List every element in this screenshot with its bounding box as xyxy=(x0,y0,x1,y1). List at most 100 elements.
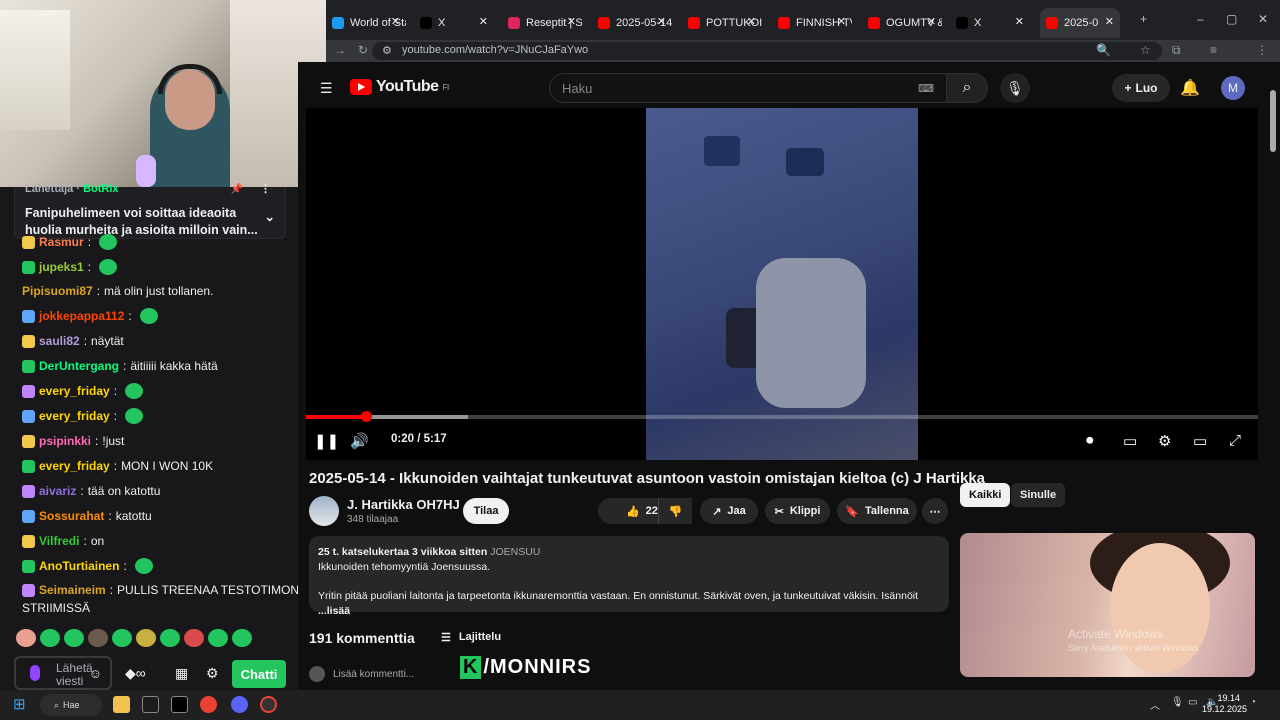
search-input[interactable]: Haku ⌨ xyxy=(549,73,947,103)
subtitles-icon[interactable]: ▭ xyxy=(1123,432,1137,450)
theater-icon[interactable]: ▭ xyxy=(1193,432,1207,450)
scrollbar-thumb[interactable] xyxy=(1270,90,1276,152)
browser-tab[interactable]: 2025-0 ✕ xyxy=(1040,8,1120,38)
tab-close-icon[interactable]: ✕ xyxy=(837,15,846,28)
tab-close-icon[interactable]: ✕ xyxy=(567,15,576,28)
dislike-button[interactable]: 👎 xyxy=(658,498,692,524)
tab-close-icon[interactable]: ✕ xyxy=(391,15,400,28)
discord-icon[interactable] xyxy=(231,696,248,713)
recommended-video-thumbnail[interactable] xyxy=(960,533,1255,677)
reload-icon[interactable]: ↻ xyxy=(358,43,368,57)
emote-icon[interactable] xyxy=(88,629,108,647)
windows-start-icon[interactable]: ⊞ xyxy=(13,695,26,713)
chevron-down-icon[interactable]: ⌄ xyxy=(265,209,275,226)
pin-icon[interactable]: 📌 xyxy=(231,181,243,198)
chat-username[interactable]: Pipisuomi87 xyxy=(22,284,93,298)
browser-tab[interactable]: 2025-05-14 ✕ xyxy=(592,8,672,38)
maximize-icon[interactable]: ▢ xyxy=(1226,12,1237,26)
chrome-icon[interactable] xyxy=(200,696,217,713)
x-app-icon[interactable] xyxy=(171,696,188,713)
settings-gear-icon[interactable]: ⚙ xyxy=(1158,432,1171,450)
create-button[interactable]: + Luo xyxy=(1112,74,1170,102)
tab-close-icon[interactable]: ✕ xyxy=(1015,15,1024,28)
tray-chevron-icon[interactable]: ︿ xyxy=(1150,697,1160,712)
share-button[interactable]: ↗ Jaa xyxy=(700,498,758,524)
chat-username[interactable]: every_friday xyxy=(39,409,110,423)
chat-username[interactable]: Vilfredi xyxy=(39,534,79,548)
browser-tab[interactable]: X ✕ xyxy=(414,8,494,38)
pause-icon[interactable]: ❚❚ xyxy=(314,432,339,450)
emote-icon[interactable] xyxy=(208,629,228,647)
youtube-logo[interactable]: YouTube FI xyxy=(350,78,449,96)
video-frame[interactable] xyxy=(646,108,918,460)
chat-username[interactable]: sauli82 xyxy=(39,334,80,348)
more-actions-button[interactable]: ⋯ xyxy=(922,498,948,524)
volume-icon[interactable]: 🔊 xyxy=(350,432,369,450)
voice-search-button[interactable]: 🎙 xyxy=(1000,73,1030,103)
hamburger-icon[interactable]: ☰ xyxy=(320,80,333,97)
chat-username[interactable]: aivariz xyxy=(39,484,76,498)
emote-icon[interactable] xyxy=(232,629,252,647)
bookmark-star-icon[interactable]: ☆ xyxy=(1140,43,1151,57)
tray-mic-icon[interactable]: 🎙 xyxy=(1171,697,1184,708)
chat-username[interactable]: Sossurahat xyxy=(39,509,104,523)
new-tab-icon[interactable]: + xyxy=(1140,12,1147,26)
chat-send-button[interactable]: Chatti xyxy=(232,660,286,688)
emote-icon[interactable] xyxy=(136,629,156,647)
emote-icon[interactable] xyxy=(160,629,180,647)
emote-icon[interactable] xyxy=(184,629,204,647)
account-avatar[interactable]: M xyxy=(1221,76,1245,100)
emote-icon[interactable] xyxy=(64,629,84,647)
browser-tab[interactable]: OGUMTV & ✕ xyxy=(862,8,942,38)
chip-for-you[interactable]: Sinulle xyxy=(1011,483,1066,507)
chat-username[interactable]: Rasmur xyxy=(39,235,84,249)
taskbar-clock[interactable]: 19.14 19.12.2025 xyxy=(1202,693,1247,715)
tab-close-icon[interactable]: ✕ xyxy=(657,15,666,28)
fullscreen-icon[interactable]: ⤢ xyxy=(1229,432,1241,449)
url-field[interactable]: ⚙ youtube.com/watch?v=JNuCJaFaYwo xyxy=(372,42,1162,60)
chat-username[interactable]: AnoTurtiainen xyxy=(39,559,119,573)
app-icon[interactable] xyxy=(142,696,159,713)
chat-username[interactable]: psipinkki xyxy=(39,434,91,448)
chat-username[interactable]: DerUntergang xyxy=(39,359,119,373)
autoplay-toggle[interactable]: ⏺ xyxy=(1086,432,1094,449)
site-info-icon[interactable]: ⚙ xyxy=(382,44,392,57)
chip-all[interactable]: Kaikki xyxy=(960,483,1011,507)
channel-name[interactable]: J. Hartikka OH7HJ xyxy=(347,497,460,512)
browser-tab[interactable]: World of Sta ✕ xyxy=(326,8,406,38)
chat-username[interactable]: Seimaineim xyxy=(39,583,106,597)
tab-close-icon[interactable]: ✕ xyxy=(1105,15,1114,28)
subscribe-button[interactable]: Tilaa xyxy=(463,498,509,524)
tab-close-icon[interactable]: ✕ xyxy=(747,15,756,28)
browser-tab[interactable]: X ✕ xyxy=(950,8,1030,38)
search-button[interactable]: ⌕ xyxy=(946,73,988,103)
chat-username[interactable]: jokkepappa112 xyxy=(39,309,124,323)
emote-icon[interactable] xyxy=(112,629,132,647)
browser-tab[interactable]: POTTUKOIR✕ xyxy=(682,8,762,38)
notification-icon[interactable]: ◔ xyxy=(1250,697,1256,708)
emote-icon[interactable] xyxy=(16,629,36,647)
add-comment-field[interactable]: Lisää kommentti... xyxy=(309,666,414,682)
bits-icon[interactable]: ◆∞ xyxy=(125,665,146,682)
menu-icon[interactable]: ⋮ xyxy=(1256,43,1268,57)
chat-username[interactable]: jupeks1 xyxy=(39,260,84,274)
emoji-icon[interactable]: ☺ xyxy=(89,667,102,680)
gear-icon[interactable]: ⚙ xyxy=(206,665,219,682)
browser-tab[interactable]: FINNISH TV ✕ xyxy=(772,8,852,38)
sort-button[interactable]: ☰ Lajittelu xyxy=(441,631,501,644)
wifi-icon[interactable]: ▭ xyxy=(1188,697,1197,708)
chat-username[interactable]: every_friday xyxy=(39,384,110,398)
store-icon[interactable]: ▦ xyxy=(175,665,188,682)
browser-tab[interactable]: Reseptit | Sy ✕ xyxy=(502,8,582,38)
scrubber-handle[interactable] xyxy=(360,411,372,422)
zoom-icon[interactable]: 🔍 xyxy=(1096,43,1111,57)
minimize-icon[interactable]: – xyxy=(1197,12,1204,26)
taskbar-search[interactable]: ⌕ Hae xyxy=(40,694,102,716)
bell-icon[interactable]: 🔔 xyxy=(1180,78,1200,98)
keyboard-icon[interactable]: ⌨ xyxy=(918,82,934,95)
save-button[interactable]: 🔖 Tallenna xyxy=(837,498,917,524)
tab-close-icon[interactable]: ✕ xyxy=(927,15,936,28)
emote-icon[interactable] xyxy=(40,629,60,647)
channel-avatar[interactable] xyxy=(309,496,339,526)
page-scrollbar[interactable] xyxy=(1268,62,1280,690)
